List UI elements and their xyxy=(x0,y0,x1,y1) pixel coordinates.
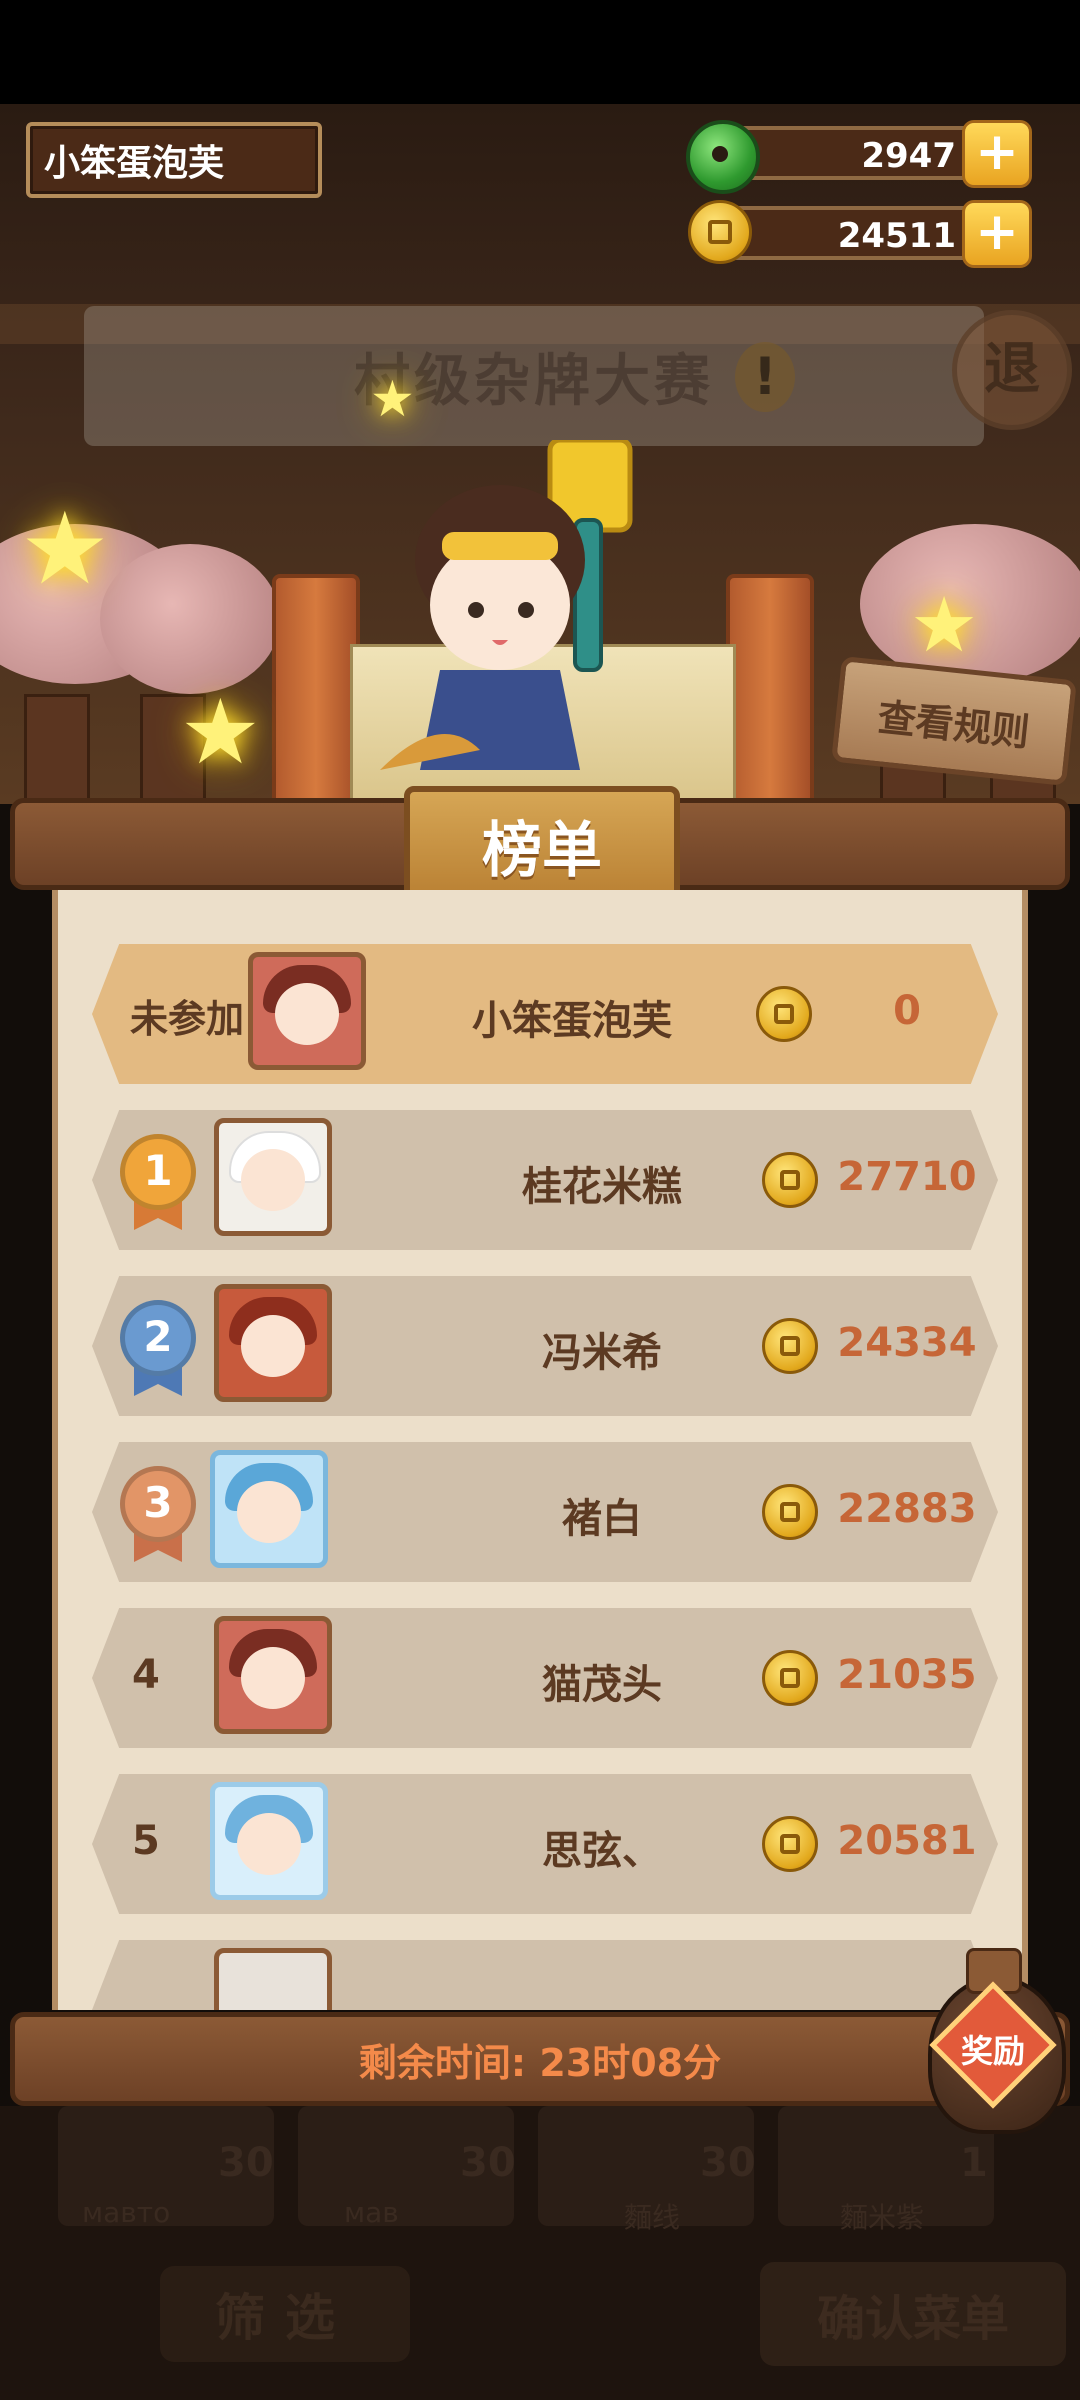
player-name: 桂花米糕 xyxy=(522,1164,682,1210)
avatar[interactable] xyxy=(214,1948,332,2010)
dish-name: мавто xyxy=(82,2196,171,2229)
avatar[interactable] xyxy=(214,1284,332,1402)
player-name-box[interactable]: 小笨蛋泡芙 xyxy=(26,122,322,198)
leaderboard-list[interactable]: 未参加 小笨蛋泡芙 0 1 桂花米糕 27710 2 冯米希 24334 3 褚… xyxy=(52,890,1028,2010)
avatar[interactable] xyxy=(210,1782,328,1900)
mascot-character xyxy=(380,440,633,770)
dish-count: 30 xyxy=(700,2140,756,2186)
player-score: 27710 xyxy=(837,1154,977,1200)
reward-button[interactable]: 奖励 xyxy=(920,1948,1066,2134)
avatar[interactable] xyxy=(248,952,366,1070)
exit-button[interactable]: 退 xyxy=(952,310,1072,430)
coin-icon xyxy=(762,1816,818,1872)
coin-icon xyxy=(762,1152,818,1208)
player-score: 24334 xyxy=(837,1320,977,1366)
confirm-menu-button[interactable]: 确认菜单 xyxy=(760,2262,1066,2366)
player-name: 思弦、 xyxy=(542,1828,662,1874)
coin-amount: 24511 xyxy=(837,216,956,256)
player-score: 21035 xyxy=(837,1652,977,1698)
silver-medal-icon: 2 xyxy=(120,1300,196,1396)
table-row[interactable]: 4 猫茂头 21035 xyxy=(92,1608,998,1748)
jade-icon xyxy=(686,120,760,194)
leaderboard-title: 榜单 xyxy=(482,815,602,886)
table-row[interactable]: 1 桂花米糕 27710 xyxy=(92,1110,998,1250)
player-name: 褚白 xyxy=(562,1496,642,1542)
dish-count: 1 xyxy=(960,2140,988,2186)
timer-bar: 剩余时间: 23时08分 xyxy=(10,2012,1070,2106)
avatar[interactable] xyxy=(210,1450,328,1568)
leaderboard-tab: 榜单 xyxy=(404,786,680,904)
view-rules-label: 查看规则 xyxy=(875,694,1032,755)
player-name: 小笨蛋泡芙 xyxy=(44,143,225,184)
sparkle-star-icon: ★ xyxy=(180,680,261,785)
player-name: 冯米希 xyxy=(542,1330,662,1376)
filter-button[interactable]: 筛选 xyxy=(160,2266,410,2362)
self-status: 未参加 xyxy=(130,997,245,1041)
filter-label: 筛选 xyxy=(215,2289,355,2347)
player-score: 20581 xyxy=(837,1818,977,1864)
match-title-banner: 村级杂牌大赛 xyxy=(84,306,984,446)
time-remaining: 剩余时间: 23时08分 xyxy=(358,2040,722,2085)
sparkle-star-icon: ★ xyxy=(910,580,979,669)
jade-amount: 2947 xyxy=(861,136,956,176)
gold-medal-icon: 1 xyxy=(120,1134,196,1230)
rank-number: 5 xyxy=(132,1818,160,1864)
table-row[interactable]: 5 思弦、 20581 xyxy=(92,1774,998,1914)
alert-icon: ! xyxy=(735,342,795,412)
avatar[interactable] xyxy=(214,1118,332,1236)
avatar[interactable] xyxy=(214,1616,332,1734)
rank-number: 4 xyxy=(132,1652,160,1698)
dish-count: 30 xyxy=(460,2140,516,2186)
bronze-medal-icon: 3 xyxy=(120,1466,196,1562)
sparkle-star-icon: ★ xyxy=(20,490,110,607)
reward-label: 奖励 xyxy=(960,2032,1025,2070)
table-row[interactable]: 2 冯米希 24334 xyxy=(92,1276,998,1416)
sparkle-star-icon: ★ xyxy=(370,370,415,428)
self-name: 小笨蛋泡芙 xyxy=(472,998,672,1044)
table-row[interactable] xyxy=(92,1940,998,2010)
table-row[interactable]: 3 褚白 22883 xyxy=(92,1442,998,1582)
dish-count: 30 xyxy=(218,2140,274,2186)
player-name: 猫茂头 xyxy=(542,1662,662,1708)
coin-icon xyxy=(756,986,812,1042)
confirm-menu-label: 确认菜单 xyxy=(816,2291,1009,2347)
dish-name: мав xyxy=(344,2196,399,2229)
coin-icon xyxy=(688,200,752,264)
dish-name: 麵米紫 xyxy=(840,2201,925,2234)
coin-icon xyxy=(762,1484,818,1540)
add-jade-button[interactable]: + xyxy=(962,120,1032,188)
dish-name: 麵线 xyxy=(624,2201,681,2234)
coin-icon xyxy=(762,1650,818,1706)
player-score: 22883 xyxy=(837,1486,977,1532)
coin-icon xyxy=(762,1318,818,1374)
status-bar xyxy=(0,0,1080,104)
self-score: 0 xyxy=(893,988,921,1034)
add-coins-button[interactable]: + xyxy=(962,200,1032,268)
self-rank-row: 未参加 小笨蛋泡芙 0 xyxy=(92,944,998,1084)
